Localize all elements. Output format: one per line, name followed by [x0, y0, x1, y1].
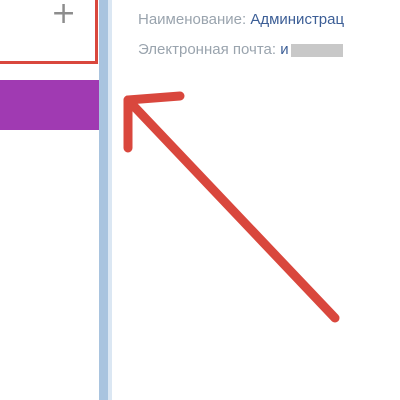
selected-list-item[interactable]	[0, 80, 99, 130]
name-label: Наименование:	[138, 11, 247, 28]
redacted-email-block	[290, 43, 343, 57]
panel-divider[interactable]	[99, 0, 112, 400]
email-label: Электронная почта:	[138, 41, 277, 58]
name-value: Администрац	[250, 11, 345, 28]
organization-info: Наименование: Администрац Электронная по…	[138, 10, 400, 70]
email-value[interactable]: и	[280, 41, 288, 58]
left-panel: +	[0, 0, 100, 400]
plus-icon[interactable]: +	[51, 0, 76, 29]
add-button-highlight-box[interactable]: +	[0, 0, 98, 64]
name-row: Наименование: Администрац	[138, 10, 400, 40]
arrow-head	[123, 91, 185, 153]
arrow-shaft	[123, 95, 340, 323]
email-row: Электронная почта: и	[138, 40, 400, 70]
